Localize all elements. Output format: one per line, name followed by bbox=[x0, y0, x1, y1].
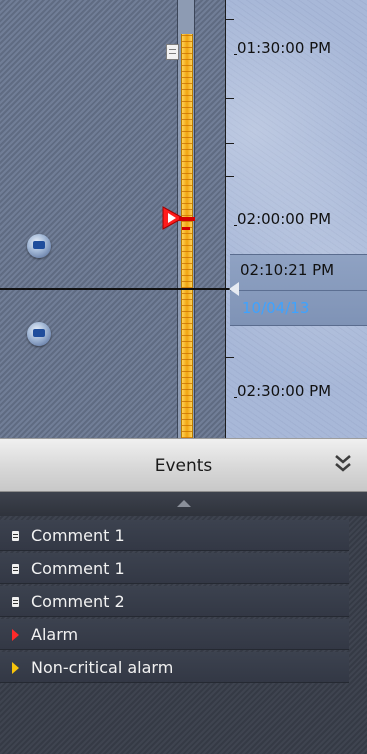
previous-event-icon bbox=[33, 241, 45, 249]
scroll-up-button[interactable] bbox=[0, 492, 367, 516]
event-label: Comment 2 bbox=[31, 592, 125, 611]
previous-event-button[interactable] bbox=[27, 234, 51, 258]
cursor-date: 10/04/13 bbox=[242, 299, 310, 317]
cursor-time: 02:10:21 PM bbox=[240, 261, 335, 279]
events-panel: Comment 1 Comment 1 Comment 2 Alarm Non-… bbox=[0, 492, 367, 754]
event-item-comment-1[interactable]: Comment 1 bbox=[0, 520, 349, 551]
alarm-icon bbox=[12, 629, 19, 641]
event-label: Non-critical alarm bbox=[31, 658, 174, 677]
next-event-button[interactable] bbox=[27, 322, 51, 346]
noncritical-alarm-icon bbox=[12, 662, 19, 674]
scroll-up-icon bbox=[177, 500, 191, 507]
minor-tick bbox=[226, 19, 234, 20]
tick-label: 02:00:00 PM bbox=[233, 210, 332, 228]
time-axis-line bbox=[225, 0, 226, 438]
recorded-archive-bar[interactable] bbox=[181, 34, 193, 438]
event-item-alarm[interactable]: Alarm bbox=[0, 619, 349, 650]
event-item-non-critical-alarm[interactable]: Non-critical alarm bbox=[0, 652, 349, 683]
minor-tick bbox=[226, 143, 234, 144]
cursor-divider bbox=[230, 290, 367, 291]
comment-marker-icon[interactable] bbox=[166, 44, 179, 60]
minor-tick bbox=[226, 357, 234, 358]
event-label: Comment 1 bbox=[31, 526, 125, 545]
cursor-time-box: 02:10:21 PM 10/04/13 bbox=[230, 254, 367, 326]
event-item-comment-1[interactable]: Comment 1 bbox=[0, 553, 349, 584]
cursor-pointer-icon bbox=[229, 282, 239, 296]
next-event-icon bbox=[33, 329, 45, 337]
event-label: Alarm bbox=[31, 625, 79, 644]
event-item-comment-2[interactable]: Comment 2 bbox=[0, 586, 349, 617]
events-panel-header[interactable]: Events bbox=[0, 438, 367, 492]
event-list: Comment 1 Comment 1 Comment 2 Alarm Non-… bbox=[0, 520, 349, 685]
current-time-cursor[interactable] bbox=[0, 288, 230, 290]
event-label: Comment 1 bbox=[31, 559, 125, 578]
archive-timeline-window: 01:30:00 PM 02:00:00 PM 02:30:00 PM 02:1… bbox=[0, 0, 367, 754]
tick-label: 02:30:00 PM bbox=[233, 382, 332, 400]
double-chevron-down-icon[interactable] bbox=[334, 453, 352, 475]
minor-tick bbox=[226, 176, 234, 177]
timeline-area[interactable]: 01:30:00 PM 02:00:00 PM 02:30:00 PM 02:1… bbox=[0, 0, 367, 438]
alarm-flag-icon[interactable] bbox=[161, 205, 195, 235]
minor-tick bbox=[226, 98, 234, 99]
events-title: Events bbox=[154, 456, 213, 476]
comment-icon bbox=[12, 531, 19, 541]
comment-icon bbox=[12, 564, 19, 574]
tick-label: 01:30:00 PM bbox=[233, 39, 332, 57]
comment-icon bbox=[12, 597, 19, 607]
